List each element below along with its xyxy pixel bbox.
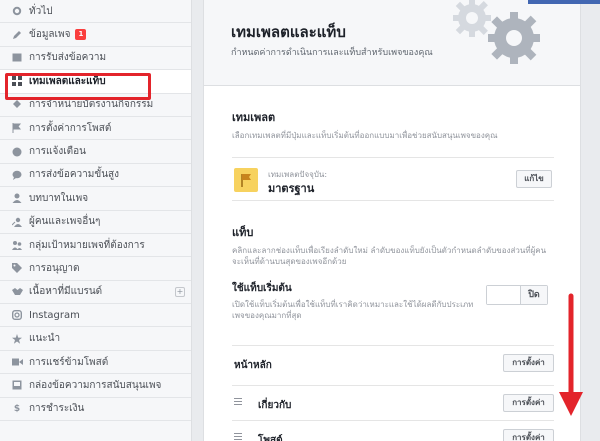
gears-illustration [453,0,540,64]
drag-handle-icon[interactable] [234,433,242,441]
sidebar-item-crossposting[interactable]: การแชร์ข้ามโพสต์ [0,350,191,375]
sidebar-item-label: ทั่วไป [29,5,53,17]
drag-handle-icon[interactable] [234,398,242,407]
current-template-row: เทมเพลตปัจจุบัน: มาตรฐาน แก้ไข [232,157,554,201]
sidebar-item-label: การอนุญาต [29,262,80,274]
annotation-highlight-box [5,73,151,100]
notification-badge: 1 [75,29,87,41]
audience-icon [11,239,23,251]
home-tab-settings-button[interactable]: การตั้งค่า [503,354,554,372]
template-section-description: เลือกเทมเพลตที่มีปุ่มและแท็บเริ่มต้นที่อ… [232,131,498,140]
toggle-on-side[interactable] [487,286,521,304]
sidebar-item-page-info[interactable]: ข้อมูลเพจ 1 [0,23,191,47]
toggle-off-side[interactable]: ปิด [520,286,547,304]
scroll-down-arrow-icon [559,293,583,416]
message-icon [11,52,23,64]
sidebar-item-people-other-pages[interactable]: ผู้คนและเพจอื่นๆ [0,210,191,234]
sidebar-item-featured[interactable]: แนะนำ [0,327,191,351]
tab-row-home[interactable]: หน้าหลัก การตั้งค่า [232,345,554,378]
tab-label: หน้าหลัก [234,360,272,371]
sidebar-item-label: ผู้คนและเพจอื่นๆ [29,216,101,228]
sidebar-item-label: แนะนำ [29,333,61,345]
sidebar-item-permissions[interactable]: การอนุญาต [0,257,191,281]
template-flag-icon [234,168,258,192]
default-tabs-setting: ใช้แท็บเริ่มต้น เปิดใช้แท็บเริ่มต้นเพื่อ… [232,281,482,321]
sidebar-item-label: ข้อมูลเพจ [29,29,71,41]
star-icon [11,333,23,345]
add-icon[interactable]: + [175,286,185,297]
sidebar-item-payments[interactable]: $ การชำระเงิน [0,397,191,422]
tab-label: โพสต์ [258,435,283,441]
sidebar-item-label: การส่งข้อความขั้นสูง [29,169,120,181]
default-tabs-description: เปิดใช้แท็บเริ่มต้นเพื่อใช้แท็บที่เราคิด… [232,300,474,320]
templates-tabs-panel: เทมเพลตและแท็บ กำหนดค่าการดำเนินการและแท… [203,0,581,441]
sidebar-item-page-roles[interactable]: บทบาทในเพจ [0,187,191,211]
sidebar-item-general[interactable]: ทั่วไป [0,0,191,24]
top-bar-edge [528,0,600,4]
sidebar-item-label: เนื้อหาที่มีแบรนด์ [29,286,103,298]
tab-label: เกี่ยวกับ [258,400,292,411]
sidebar-item-label: การตั้งค่าการโพสต์ [29,122,112,134]
video-icon [11,356,23,368]
sidebar-item-label: กล่องข้อความการสนับสนุนเพจ [29,379,162,391]
sidebar-item-instagram[interactable]: Instagram [0,304,191,328]
sidebar-item-messaging[interactable]: การรับส่งข้อความ [0,46,191,71]
inbox-icon [11,379,23,391]
sidebar-item-label: การรับส่งข้อความ [29,52,107,64]
tabs-section: แท็บ คลิกและลากช่องแท็บเพื่อเรียงลำดับให… [232,223,554,267]
handshake-icon [11,286,23,298]
ticket-icon [11,99,23,111]
sidebar-item-advanced-messaging[interactable]: การส่งข้อความขั้นสูง [0,163,191,188]
template-section: เทมเพลต เลือกเทมเพลตที่มีปุ่มและแท็บเริ่… [232,108,554,141]
gear-icon [11,5,23,17]
flag-icon [11,122,23,134]
default-tabs-title: ใช้แท็บเริ่มต้น [232,283,292,294]
globe-icon [11,146,23,158]
sidebar-item-label: บทบาทในเพจ [29,192,89,204]
sidebar-item-post-settings[interactable]: การตั้งค่าการโพสต์ [0,116,191,141]
page-title: เทมเพลตและแท็บ [231,23,346,41]
panel-header: เทมเพลตและแท็บ กำหนดค่าการดำเนินการและแท… [204,0,580,86]
person-icon [11,192,23,204]
sidebar-item-notifications[interactable]: การแจ้งเตือน [0,140,191,164]
sidebar-item-preferred-audience[interactable]: กลุ่มเป้าหมายเพจที่ต้องการ [0,233,191,258]
sidebar-item-label: การแจ้งเตือน [29,146,86,158]
tab-row-posts[interactable]: โพสต์ การตั้งค่า [232,420,554,441]
current-template-value: มาตรฐาน [268,182,315,195]
about-tab-settings-button[interactable]: การตั้งค่า [503,394,554,412]
tabs-section-title: แท็บ [232,226,254,239]
sidebar-item-label: กลุ่มเป้าหมายเพจที่ต้องการ [29,239,145,251]
template-section-title: เทมเพลต [232,111,276,124]
instagram-icon [11,309,23,321]
edit-template-button[interactable]: แก้ไข [516,170,552,188]
page-subtitle: กำหนดค่าการดำเนินการและแท็บสำหรับเพจของค… [231,48,433,58]
sidebar-item-label: Instagram [29,309,80,321]
settings-sidebar: ทั่วไป ข้อมูลเพจ 1 การรับส่งข้อความ เทมเ… [0,0,192,441]
chat-icon [11,169,23,181]
dollar-icon: $ [13,403,21,414]
pencil-icon [11,29,23,41]
tag-icon [11,262,23,274]
tabs-section-description: คลิกและลากช่องแท็บเพื่อเรียงลำดับใหม่ ลำ… [232,246,547,266]
people-icon [11,216,23,228]
sidebar-item-label: การชำระเงิน [29,403,85,415]
sidebar-item-branded-content[interactable]: เนื้อหาที่มีแบรนด์ + [0,280,191,305]
default-tabs-toggle[interactable]: ปิด [486,285,548,305]
sidebar-item-label: การแชร์ข้ามโพสต์ [29,356,109,368]
posts-tab-settings-button[interactable]: การตั้งค่า [503,429,554,441]
tab-row-about[interactable]: เกี่ยวกับ การตั้งค่า [232,385,554,418]
sidebar-item-support-inbox[interactable]: กล่องข้อความการสนับสนุนเพจ [0,374,191,398]
